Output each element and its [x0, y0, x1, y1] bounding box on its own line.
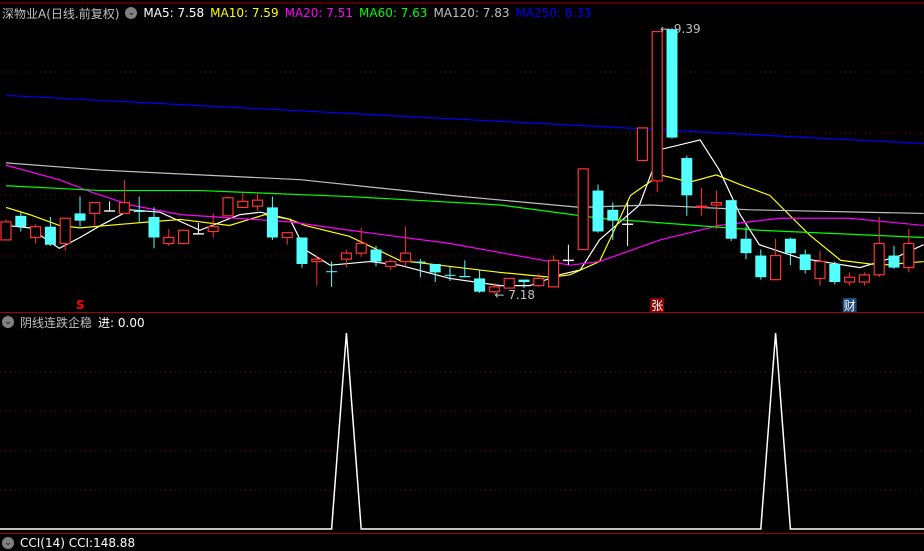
indicator-value: 进: 0.00 — [98, 315, 145, 330]
indicator-line — [0, 332, 924, 530]
ma250-label: MA250: 8.33 — [515, 6, 592, 20]
indicator-chart[interactable] — [0, 0, 924, 540]
ma5-label: MA5: 7.58 — [143, 6, 205, 20]
chevron-down-icon[interactable]: ⌄ — [2, 316, 14, 328]
chevron-down-icon[interactable]: ⌄ — [2, 537, 14, 549]
stock-title: 深物业A(日线.前复权) — [2, 6, 120, 21]
chevron-down-icon[interactable]: ⌄ — [125, 7, 138, 19]
ma20-label: MA20: 7.51 — [284, 6, 354, 20]
indicator-title: 阴线连跌企稳 — [20, 315, 93, 330]
ma10-label: MA10: 7.59 — [210, 6, 279, 20]
main-header: 深物业A(日线.前复权) ⌄ MA5: 7.58 MA10: 7.59 MA20… — [2, 5, 592, 21]
ma60-label: MA60: 7.63 — [359, 6, 428, 20]
indicator-header: ⌄ 阴线连跌企稳 进: 0.00 — [2, 314, 145, 330]
bottom-indicator-label: CCI(14) CCI:148.88 — [20, 536, 136, 550]
bottom-indicator-header: ⌄ CCI(14) CCI:148.88 — [2, 535, 135, 551]
ma120-label: MA120: 7.83 — [433, 6, 510, 20]
